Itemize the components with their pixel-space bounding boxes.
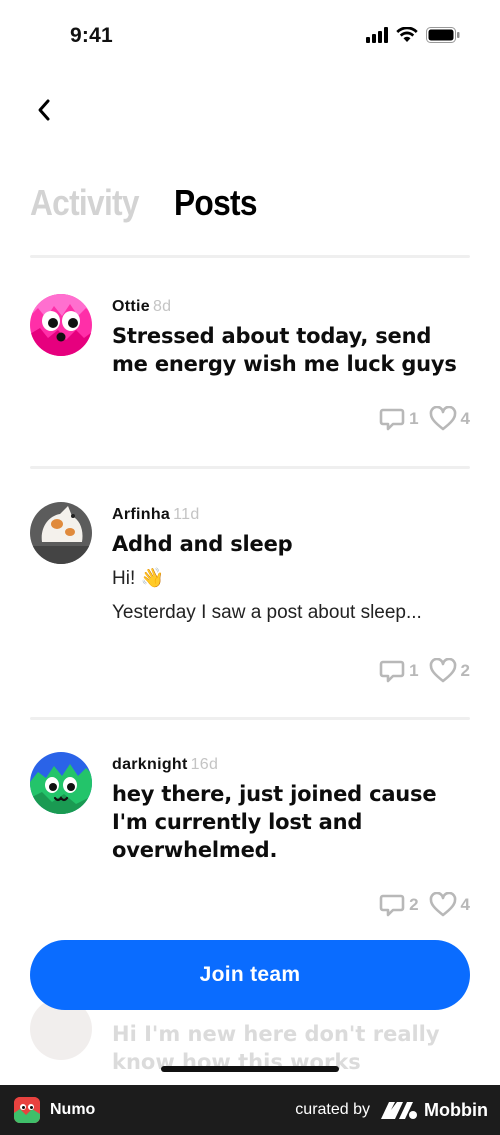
tab-posts[interactable]: Posts — [174, 182, 257, 224]
numo-app-icon — [14, 1097, 40, 1123]
tab-activity[interactable]: Activity — [30, 182, 140, 224]
wifi-icon — [396, 27, 418, 42]
app-name: Numo — [50, 1101, 96, 1118]
comment-button[interactable]: 1 — [379, 406, 419, 432]
comment-count: 1 — [409, 409, 419, 428]
post-meta: Ottie 8d — [112, 298, 472, 316]
post-content: darknight 16d hey there, just joined caus… — [112, 756, 472, 864]
status-time: 9:41 — [70, 24, 113, 47]
post-title[interactable]: Stressed about today, send me energy wis… — [112, 322, 472, 378]
post-actions: 1 4 — [379, 406, 470, 432]
heart-icon — [429, 406, 456, 431]
like-count: 4 — [460, 409, 470, 428]
post-content: Ottie 8d Stressed about today, send me en… — [112, 298, 472, 378]
author-name[interactable]: Arfinha — [112, 506, 170, 523]
post-actions: 1 2 — [379, 658, 470, 684]
divider — [30, 255, 470, 258]
post-actions: 2 4 — [379, 892, 470, 918]
blue-green-creature-avatar[interactable] — [30, 752, 92, 814]
like-button[interactable]: 2 — [429, 658, 470, 684]
mobbin-brand[interactable]: Mobbin — [380, 1100, 488, 1121]
comment-count: 2 — [409, 895, 419, 914]
footer-app: Numo — [14, 1097, 95, 1123]
chevron-left-icon — [38, 99, 50, 121]
divider — [30, 466, 470, 469]
join-team-button[interactable]: Join team — [30, 940, 470, 1010]
mobbin-logo-icon — [381, 1102, 418, 1119]
like-count: 2 — [460, 661, 470, 680]
post-age: 8d — [152, 298, 172, 315]
post-title[interactable]: Hi I'm new here don't really know how th… — [112, 1020, 472, 1072]
comment-icon — [379, 660, 405, 683]
back-button[interactable] — [28, 94, 60, 126]
tab-bar: Activity Posts — [30, 182, 268, 224]
like-button[interactable]: 4 — [429, 892, 470, 918]
cellular-signal-icon — [366, 27, 388, 43]
home-indicator — [161, 1066, 339, 1072]
like-count: 4 — [460, 895, 470, 914]
post-age: 11d — [173, 506, 200, 523]
post-title[interactable]: Adhd and sleep — [112, 530, 472, 558]
post-title[interactable]: hey there, just joined cause I'm current… — [112, 780, 472, 864]
post-body: Hi! 👋 Yesterday I saw a post about sleep… — [112, 562, 472, 630]
blep-cat-avatar[interactable] — [30, 502, 92, 564]
pink-creature-avatar[interactable] — [30, 294, 92, 356]
status-icons — [366, 27, 460, 43]
status-bar: 9:41 — [0, 0, 500, 74]
post-age: 16d — [190, 756, 219, 773]
post-body-line: Hi! 👋 — [112, 568, 165, 589]
brand-name: Mobbin — [424, 1099, 488, 1120]
post-content: Arfinha 11d Adhd and sleep Hi! 👋 Yesterda… — [112, 506, 472, 630]
author-name[interactable]: darknight — [112, 756, 188, 773]
footer-credit: curated by Mobbin — [295, 1100, 488, 1121]
comment-icon — [379, 894, 405, 917]
footer-bar: Numo curated by Mobbin — [0, 1085, 500, 1135]
post-meta: darknight 16d — [112, 756, 472, 774]
curated-by-label: curated by — [295, 1101, 371, 1118]
divider — [30, 717, 470, 720]
like-button[interactable]: 4 — [429, 406, 470, 432]
post-meta: Arfinha 11d — [112, 506, 472, 524]
battery-icon — [426, 27, 460, 43]
author-name[interactable]: Ottie — [112, 298, 150, 315]
heart-icon — [429, 892, 456, 917]
comment-count: 1 — [409, 661, 419, 680]
comment-button[interactable]: 2 — [379, 892, 419, 918]
post-body-line: Yesterday I saw a post about sleep... — [112, 602, 422, 623]
comment-icon — [379, 408, 405, 431]
heart-icon — [429, 658, 456, 683]
comment-button[interactable]: 1 — [379, 658, 419, 684]
